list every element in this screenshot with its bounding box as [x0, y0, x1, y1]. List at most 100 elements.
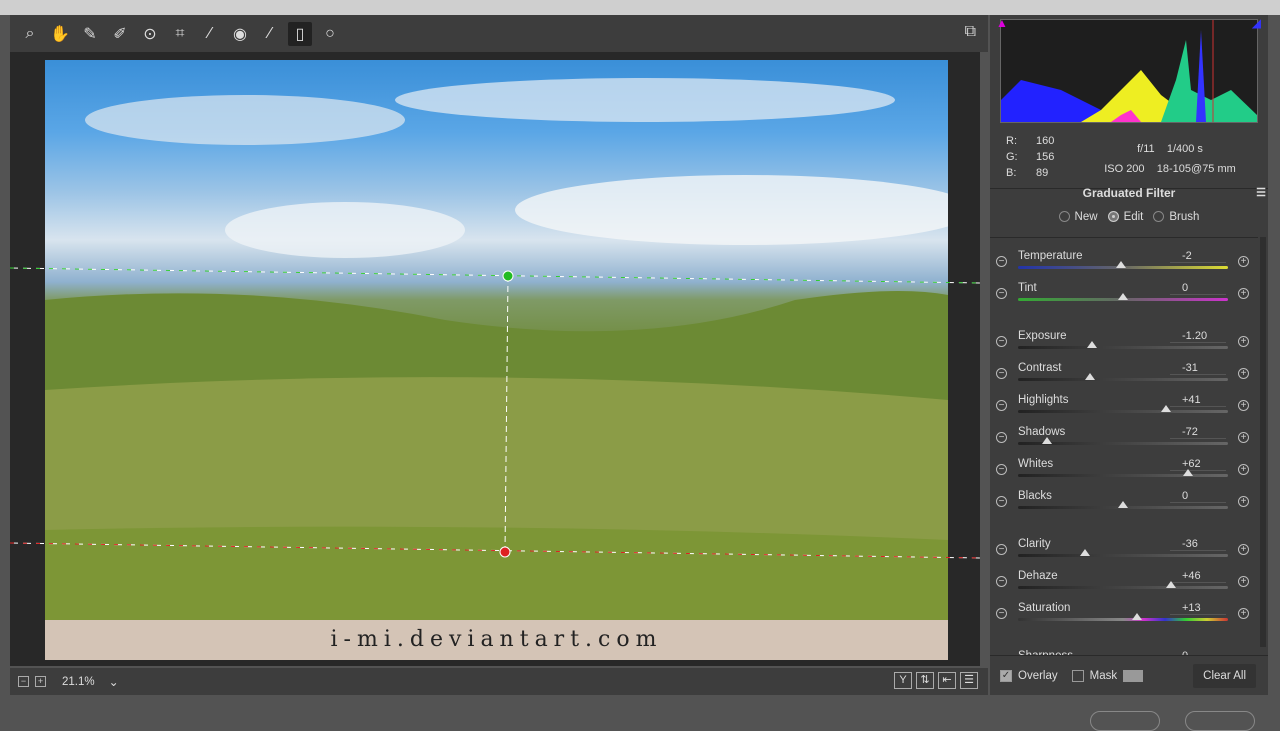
slider-value-field[interactable]: 0 — [1170, 282, 1226, 295]
hand-tool-icon[interactable]: ✋ — [48, 22, 72, 46]
panel-scrollbar[interactable] — [1260, 237, 1266, 647]
slider-thumb[interactable] — [1183, 469, 1194, 476]
slider-thumb[interactable] — [1085, 373, 1096, 380]
radial-filter-icon[interactable]: ○ — [318, 22, 342, 46]
increase-icon[interactable]: + — [1238, 496, 1249, 507]
increase-icon[interactable]: + — [1238, 608, 1249, 619]
slider-track[interactable] — [1018, 346, 1228, 349]
decrease-icon[interactable]: − — [996, 336, 1007, 347]
zoom-in-button[interactable]: + — [35, 676, 46, 687]
slider-label: Tint — [1018, 282, 1037, 294]
slider-thumb[interactable] — [1118, 293, 1128, 300]
panel-menu-icon[interactable]: ☰ — [1256, 187, 1266, 199]
slider-highlights: − Highlights +41 + — [990, 390, 1258, 422]
open-preferences-icon[interactable]: ⧉ — [965, 23, 976, 41]
slider-value-field[interactable]: +62 — [1170, 458, 1226, 471]
zoom-level[interactable]: 21.1% — [62, 676, 95, 688]
increase-icon[interactable]: + — [1238, 400, 1249, 411]
slider-track[interactable] — [1018, 618, 1228, 621]
image-canvas[interactable]: i-mi.deviantart.com — [10, 52, 980, 666]
before-after-icon[interactable]: ⇅ — [916, 672, 934, 689]
slider-value-field[interactable]: -36 — [1170, 538, 1226, 551]
mode-brush-radio[interactable]: Brush — [1153, 211, 1199, 223]
slider-value-field[interactable]: -31 — [1170, 362, 1226, 375]
white-balance-tool-icon[interactable]: ✎ — [78, 22, 102, 46]
preview-toggle-icon[interactable]: Y — [894, 672, 912, 689]
slider-track[interactable] — [1018, 410, 1228, 413]
slider-track[interactable] — [1018, 474, 1228, 477]
graduated-filter-icon[interactable]: ▯ — [288, 21, 312, 46]
zoom-out-button[interactable]: − — [18, 676, 29, 687]
slider-thumb[interactable] — [1042, 437, 1053, 444]
dialog-button[interactable] — [1185, 711, 1255, 731]
decrease-icon[interactable]: − — [996, 400, 1007, 411]
decrease-icon[interactable]: − — [996, 608, 1007, 619]
decrease-icon[interactable]: − — [996, 432, 1007, 443]
right-panel: ▲ ◢ R: 160 G: 156 B: 89 f/11 1/400 s ISO 20… — [990, 15, 1268, 695]
overlay-checkbox[interactable]: ✓ — [1000, 669, 1012, 682]
increase-icon[interactable]: + — [1238, 256, 1249, 267]
increase-icon[interactable]: + — [1238, 576, 1249, 587]
slider-value-field[interactable]: +41 — [1170, 394, 1226, 407]
slider-track[interactable] — [1018, 378, 1228, 381]
slider-value-field[interactable]: +13 — [1170, 602, 1226, 615]
green-pin-handle[interactable] — [502, 270, 514, 282]
zoom-dropdown-icon[interactable]: ⌄ — [109, 675, 119, 689]
transform-tool-icon[interactable]: ⌗ — [168, 22, 192, 46]
adjustment-brush-icon[interactable]: ⁄ — [258, 22, 282, 46]
slider-thumb[interactable] — [1115, 261, 1126, 268]
slider-label: Saturation — [1018, 602, 1071, 614]
slider-thumb[interactable] — [1166, 581, 1177, 588]
slider-label: Clarity — [1018, 538, 1051, 550]
slider-value-field[interactable]: 0 — [1170, 490, 1226, 503]
mode-edit-radio[interactable]: Edit — [1107, 211, 1144, 223]
red-pin-handle[interactable] — [499, 546, 511, 558]
slider-thumb[interactable] — [1118, 501, 1128, 508]
increase-icon[interactable]: + — [1238, 336, 1249, 347]
clear-all-button[interactable]: Clear All — [1193, 663, 1256, 688]
decrease-icon[interactable]: − — [996, 496, 1007, 507]
mode-label: Brush — [1169, 211, 1200, 223]
increase-icon[interactable]: + — [1238, 432, 1249, 443]
slider-value-field[interactable]: -1.20 — [1170, 330, 1226, 343]
increase-icon[interactable]: + — [1238, 368, 1249, 379]
slider-track[interactable] — [1018, 586, 1228, 589]
color-sampler-tool-icon[interactable]: ✐ — [108, 22, 132, 46]
increase-icon[interactable]: + — [1238, 464, 1249, 475]
mode-new-radio[interactable]: New — [1058, 211, 1098, 223]
swap-icon[interactable]: ⇤ — [938, 672, 956, 689]
targeted-adjustment-tool-icon[interactable]: ⊙ — [138, 22, 162, 46]
slider-thumb[interactable] — [1131, 613, 1142, 620]
mode-label: Edit — [1123, 211, 1144, 223]
dialog-button[interactable] — [1090, 711, 1160, 731]
decrease-icon[interactable]: − — [996, 576, 1007, 587]
zoom-tool-icon[interactable]: ⌕ — [18, 22, 42, 46]
slider-value-field[interactable]: +46 — [1170, 570, 1226, 583]
slider-value-field[interactable]: -2 — [1170, 250, 1226, 263]
red-eye-tool-icon[interactable]: ◉ — [228, 22, 252, 46]
slider-label: Highlights — [1018, 394, 1069, 406]
slider-thumb[interactable] — [1086, 341, 1097, 348]
shadow-clipping-warning-icon[interactable]: ▲ — [996, 16, 1008, 30]
decrease-icon[interactable]: − — [996, 464, 1007, 475]
slider-blacks: − Blacks 0 + — [990, 486, 1258, 518]
mask-color-swatch[interactable] — [1123, 669, 1144, 682]
slider-label: Blacks — [1018, 490, 1052, 502]
decrease-icon[interactable]: − — [996, 288, 1007, 299]
slider-value-field[interactable]: -72 — [1170, 426, 1226, 439]
spot-removal-tool-icon[interactable]: ⁄ — [198, 22, 222, 46]
r-value: 160 — [1036, 135, 1055, 147]
preferences-icon[interactable]: ☰ — [960, 672, 978, 689]
slider-thumb[interactable] — [1161, 405, 1172, 412]
slider-temperature: − Temperature -2 + — [990, 246, 1258, 278]
decrease-icon[interactable]: − — [996, 544, 1007, 555]
highlight-clipping-warning-icon[interactable]: ◢ — [1252, 16, 1261, 30]
decrease-icon[interactable]: − — [996, 368, 1007, 379]
increase-icon[interactable]: + — [1238, 288, 1249, 299]
slider-dehaze: − Dehaze +46 + — [990, 566, 1258, 598]
slider-track[interactable] — [1018, 554, 1228, 557]
increase-icon[interactable]: + — [1238, 544, 1249, 555]
slider-thumb[interactable] — [1080, 549, 1091, 556]
mask-checkbox[interactable] — [1071, 669, 1084, 682]
decrease-icon[interactable]: − — [996, 256, 1007, 267]
